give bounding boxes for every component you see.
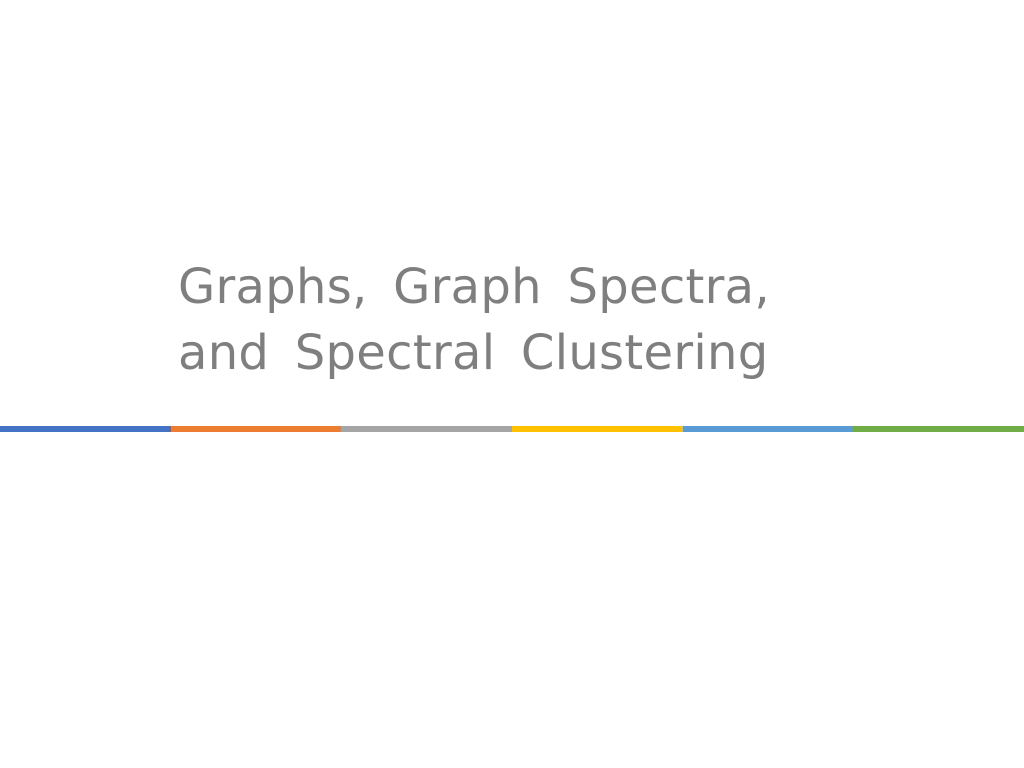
multicolor-divider-bar <box>0 426 1024 432</box>
divider-segment-orange <box>170 426 342 432</box>
divider-segment-blue <box>0 426 171 432</box>
divider-segment-gold <box>512 426 683 432</box>
slide-title-line-2: and Spectral Clustering <box>178 325 769 381</box>
slide-title-line-1: Graphs, Graph Spectra, <box>178 259 770 315</box>
divider-segment-gray <box>341 426 513 432</box>
title-slide: Graphs, Graph Spectra, and Spectral Clus… <box>0 0 1024 768</box>
slide-title: Graphs, Graph Spectra, and Spectral Clus… <box>178 254 878 386</box>
divider-segment-green <box>853 426 1024 432</box>
divider-segment-light-blue <box>682 426 854 432</box>
